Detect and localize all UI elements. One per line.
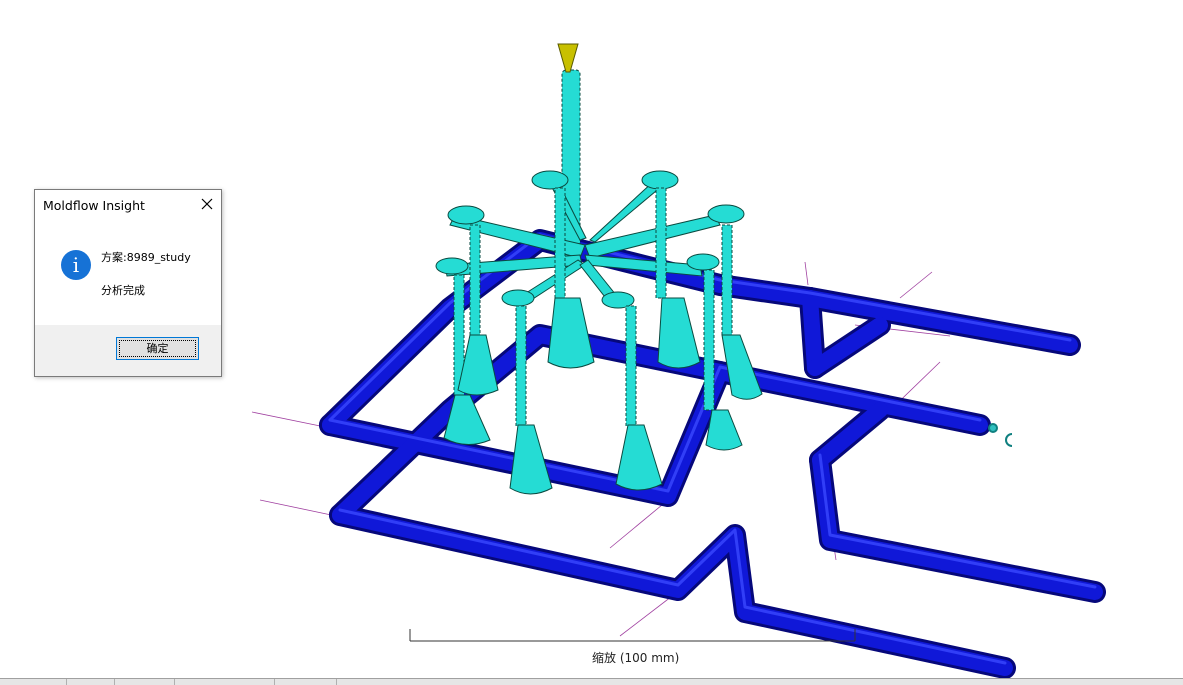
dialog-title: Moldflow Insight (43, 198, 145, 213)
inlet-marker (988, 423, 1013, 447)
ok-button[interactable]: 确定 (116, 337, 199, 360)
dialog-footer: 确定 (35, 325, 221, 376)
close-icon[interactable] (199, 196, 215, 212)
info-icon: i (61, 250, 91, 280)
scale-label: 缩放 (100 mm) (592, 651, 680, 665)
bottom-tab[interactable] (274, 679, 337, 685)
analysis-status-text: 分析完成 (101, 284, 145, 297)
study-name-text: 方案:8989_study (101, 251, 191, 264)
sprue-tip (557, 43, 579, 73)
bottom-tab[interactable] (66, 679, 115, 685)
mesh-model (435, 43, 1013, 495)
bottom-tab[interactable] (0, 679, 67, 685)
bottom-tab[interactable] (174, 679, 275, 685)
message-dialog: Moldflow Insight i 方案:8989_study 分析完成 确定 (34, 189, 222, 377)
bottom-tab[interactable] (114, 679, 175, 685)
